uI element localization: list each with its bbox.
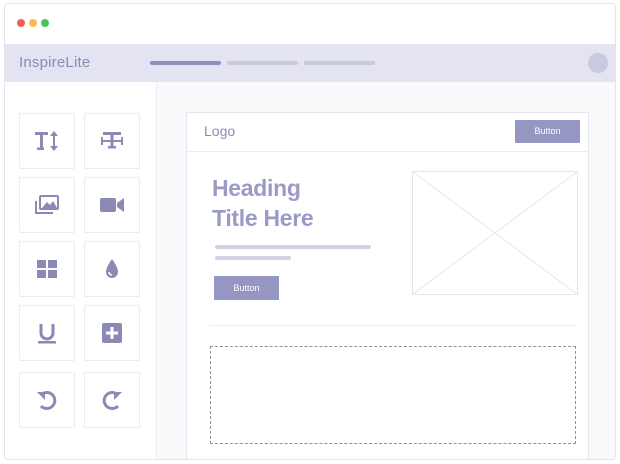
tool-redo[interactable] bbox=[84, 372, 140, 428]
tool-image[interactable] bbox=[19, 177, 75, 233]
header-button[interactable]: Button bbox=[515, 120, 580, 143]
avatar[interactable] bbox=[588, 53, 608, 73]
tool-underline[interactable] bbox=[19, 305, 75, 361]
image-placeholder[interactable] bbox=[412, 171, 578, 295]
image-placeholder-icon bbox=[413, 172, 577, 294]
app-window: InspireLite Logo Button Heading Title He… bbox=[4, 3, 616, 460]
zoom-dot[interactable] bbox=[41, 19, 49, 27]
title-bar bbox=[5, 4, 615, 45]
text-placeholder-line bbox=[215, 245, 371, 249]
redo-icon bbox=[102, 391, 122, 410]
undo-icon bbox=[37, 391, 57, 410]
tool-sidebar bbox=[5, 82, 157, 459]
app-header: InspireLite bbox=[5, 44, 615, 82]
tool-add-block[interactable] bbox=[84, 305, 140, 361]
page-header: Logo Button bbox=[187, 113, 588, 152]
add-block-icon bbox=[102, 323, 122, 343]
close-dot[interactable] bbox=[17, 19, 25, 27]
text-align-icon bbox=[101, 132, 123, 149]
hero-button[interactable]: Button bbox=[214, 276, 279, 300]
underline-icon bbox=[38, 324, 56, 344]
tool-video[interactable] bbox=[84, 177, 140, 233]
tool-layout[interactable] bbox=[19, 241, 75, 297]
tool-color[interactable] bbox=[84, 241, 140, 297]
progress-step-3 bbox=[304, 61, 375, 65]
heading-line-2: Title Here bbox=[212, 205, 314, 231]
progress-step-2 bbox=[227, 61, 298, 65]
heading-line-1: Heading bbox=[212, 175, 301, 201]
tool-text-align[interactable] bbox=[84, 113, 140, 169]
page-preview: Logo Button Heading Title Here Button bbox=[186, 112, 589, 459]
text-size-icon bbox=[35, 131, 58, 151]
video-camera-icon bbox=[100, 198, 124, 212]
color-drop-icon bbox=[106, 259, 118, 278]
tool-undo[interactable] bbox=[19, 372, 75, 428]
minimize-dot[interactable] bbox=[29, 19, 37, 27]
progress-step-1 bbox=[150, 61, 221, 65]
drop-zone[interactable] bbox=[210, 346, 576, 444]
hero-heading: Heading Title Here bbox=[212, 173, 314, 233]
logo: Logo bbox=[204, 123, 236, 139]
grid-layout-icon bbox=[37, 260, 57, 278]
tool-text-size[interactable] bbox=[19, 113, 75, 169]
text-placeholder-line bbox=[215, 256, 291, 260]
section-divider bbox=[209, 325, 576, 326]
image-gallery-icon bbox=[35, 195, 59, 214]
editor-canvas: Logo Button Heading Title Here Button bbox=[157, 82, 615, 459]
brand-name: InspireLite bbox=[19, 54, 91, 71]
